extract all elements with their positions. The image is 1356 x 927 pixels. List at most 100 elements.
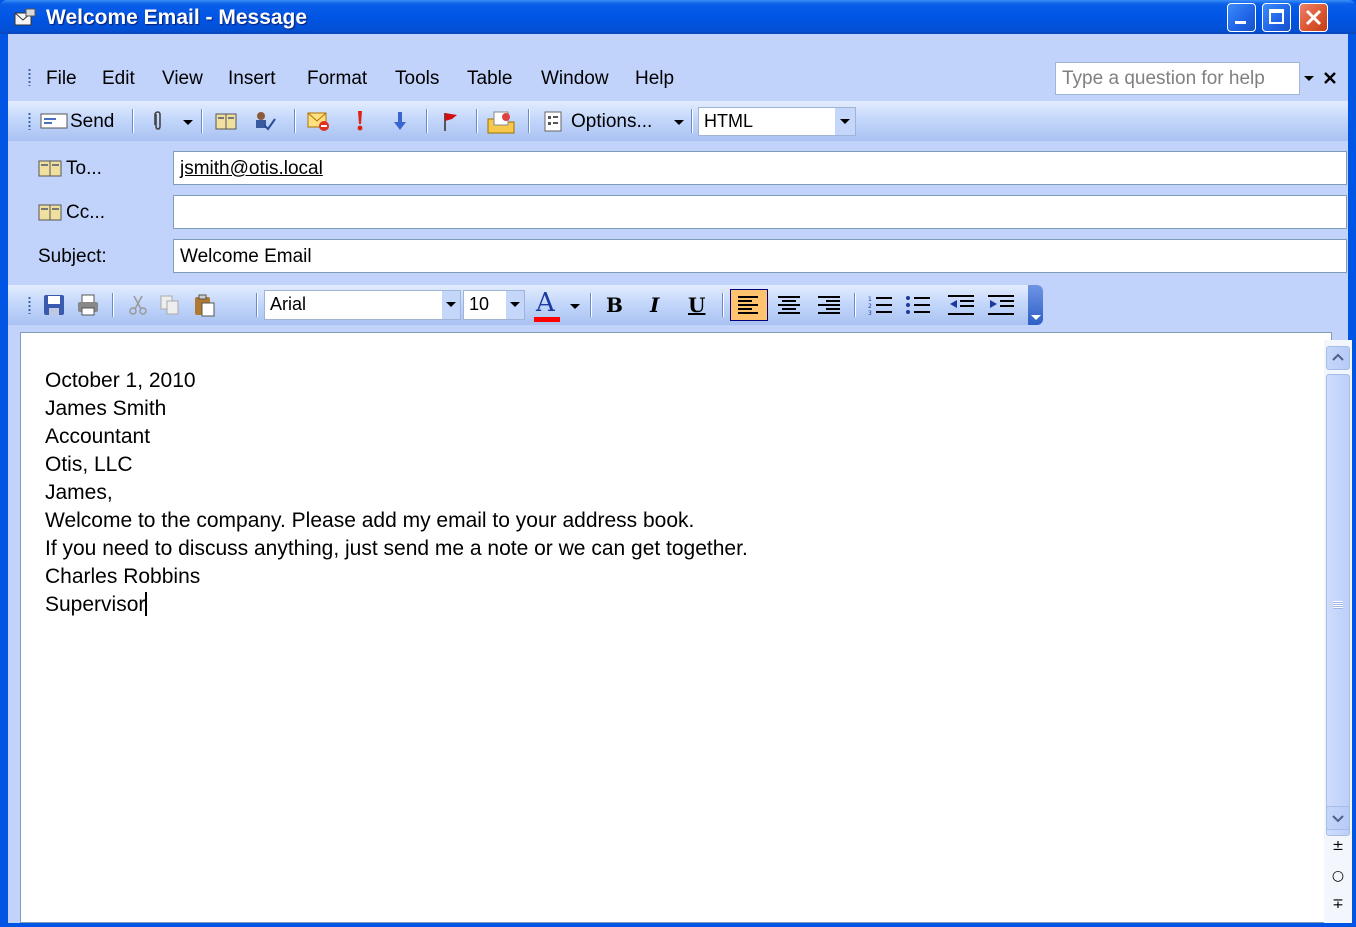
chevron-down-icon	[1332, 815, 1344, 823]
menu-view[interactable]: View	[162, 68, 203, 90]
cut-icon[interactable]	[126, 293, 150, 317]
cc-field[interactable]	[173, 195, 1347, 229]
scroll-thumb[interactable]	[1326, 374, 1350, 836]
font-color-glyph: A	[536, 288, 555, 318]
menu-tools[interactable]: Tools	[395, 68, 439, 90]
permissions-icon[interactable]	[486, 109, 516, 135]
send-button[interactable]: Send	[70, 111, 114, 133]
chevron-up-icon	[1332, 353, 1344, 361]
chevron-down-icon	[1031, 315, 1041, 320]
help-dropdown-icon[interactable]	[1304, 76, 1314, 81]
menu-window[interactable]: Window	[541, 68, 609, 90]
message-window: Welcome Email - Message File Edit View I…	[0, 0, 1356, 927]
to-button[interactable]: To...	[38, 158, 102, 180]
separator	[256, 293, 258, 317]
title-bar[interactable]: Welcome Email - Message	[0, 0, 1356, 34]
separator	[201, 109, 203, 133]
underline-button[interactable]: U	[688, 293, 705, 317]
flag-icon[interactable]	[438, 109, 462, 133]
menu-help[interactable]: Help	[635, 68, 674, 90]
message-format-select[interactable]: HTML	[698, 107, 856, 136]
vertical-scrollbar[interactable]: ± ○ ∓	[1324, 340, 1352, 923]
decrease-indent-icon[interactable]	[948, 295, 974, 315]
font-size-select[interactable]: 10	[463, 290, 525, 320]
scroll-down-button[interactable]	[1326, 806, 1350, 830]
help-search-input[interactable]: Type a question for help	[1055, 62, 1300, 95]
to-field[interactable]: jsmith@otis.local	[173, 151, 1347, 185]
bold-button[interactable]: B	[606, 293, 623, 317]
body-line: James Smith	[45, 397, 167, 420]
close-button[interactable]	[1299, 3, 1328, 32]
separator	[854, 293, 856, 317]
check-names-icon[interactable]	[252, 109, 276, 133]
toolbar-grip[interactable]	[28, 296, 31, 314]
chevron-down-icon	[840, 119, 850, 124]
copy-icon[interactable]	[158, 293, 182, 317]
menu-edit[interactable]: Edit	[102, 68, 135, 90]
options-dropdown-icon[interactable]	[674, 120, 684, 125]
address-book-icon[interactable]	[214, 109, 238, 133]
body-line: Charles Robbins	[45, 565, 201, 588]
font-color-dropdown-icon[interactable]	[570, 304, 580, 309]
cc-label: Cc...	[66, 202, 106, 223]
menu-file[interactable]: File	[46, 68, 77, 90]
body-line: Accountant	[45, 425, 151, 448]
numbering-icon[interactable]: 123	[868, 295, 892, 315]
menu-format[interactable]: Format	[307, 68, 367, 90]
font-size-value: 10	[469, 294, 490, 314]
menu-bar: File Edit View Insert Format Tools Table…	[8, 58, 1348, 98]
close-help-icon[interactable]	[1323, 71, 1337, 85]
separator	[132, 109, 134, 133]
save-icon[interactable]	[42, 293, 66, 317]
envelope-icon	[14, 8, 36, 26]
svg-text:1: 1	[868, 296, 872, 303]
subject-value: Welcome Email	[180, 246, 312, 267]
paste-icon[interactable]	[192, 293, 216, 317]
message-body[interactable]: October 1, 2010 James Smith Accountant O…	[20, 332, 1332, 923]
to-recipient[interactable]: jsmith@otis.local	[180, 158, 323, 180]
paperclip-icon[interactable]	[146, 109, 170, 133]
menu-grip[interactable]	[28, 68, 31, 86]
menu-table[interactable]: Table	[467, 68, 512, 90]
attach-dropdown-icon[interactable]	[183, 120, 193, 125]
bullets-icon[interactable]	[906, 295, 930, 315]
font-name-value: Arial	[270, 294, 307, 314]
subject-field[interactable]: Welcome Email	[173, 239, 1347, 273]
maximize-button[interactable]	[1262, 3, 1291, 32]
minimize-button[interactable]	[1227, 3, 1256, 32]
send-icon	[40, 113, 68, 129]
print-icon[interactable]	[76, 293, 100, 317]
select-browse-object-icon[interactable]: ○	[1324, 868, 1352, 890]
cc-button[interactable]: Cc...	[38, 202, 105, 224]
high-importance-icon[interactable]	[348, 109, 372, 133]
previous-page-icon[interactable]: ±	[1324, 838, 1352, 860]
separator	[590, 293, 592, 317]
font-dropdown-button[interactable]	[442, 291, 460, 319]
menu-insert[interactable]: Insert	[228, 68, 276, 90]
align-right-icon[interactable]	[818, 296, 840, 314]
svg-text:2: 2	[868, 303, 872, 310]
increase-indent-icon[interactable]	[988, 295, 1014, 315]
body-line: October 1, 2010	[45, 369, 196, 392]
separator	[112, 293, 114, 317]
separator	[476, 109, 478, 133]
chevron-down-icon	[446, 302, 456, 307]
align-center-icon[interactable]	[778, 296, 800, 314]
message-text[interactable]: October 1, 2010 James Smith Accountant O…	[45, 367, 748, 619]
signature-icon[interactable]	[306, 109, 330, 133]
toolbar-options-chevron[interactable]	[1028, 285, 1043, 325]
italic-button[interactable]: I	[650, 293, 659, 317]
scroll-up-button[interactable]	[1326, 346, 1350, 370]
options-icon	[544, 111, 562, 132]
body-line: If you need to discuss anything, just se…	[45, 537, 748, 560]
message-format-value: HTML	[704, 111, 753, 131]
toolbar-grip[interactable]	[28, 112, 31, 130]
next-page-icon[interactable]: ∓	[1324, 896, 1352, 918]
font-color-button[interactable]: A	[532, 288, 564, 322]
size-dropdown-button[interactable]	[506, 291, 524, 319]
options-button[interactable]: Options...	[571, 111, 652, 133]
align-left-button[interactable]	[730, 289, 768, 321]
low-importance-icon[interactable]	[388, 109, 412, 133]
font-name-select[interactable]: Arial	[264, 290, 461, 320]
format-dropdown-button[interactable]	[835, 108, 855, 135]
